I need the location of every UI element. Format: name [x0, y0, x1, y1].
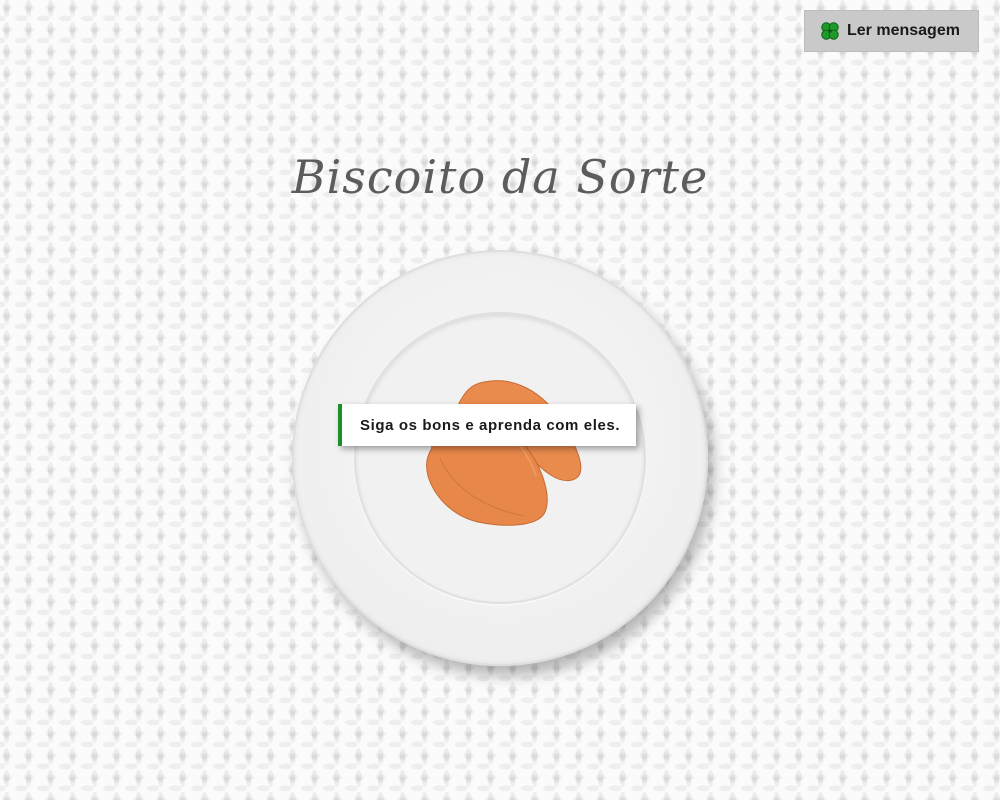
read-message-label: Ler mensagem	[847, 22, 960, 39]
read-message-button[interactable]: Ler mensagem	[804, 10, 979, 52]
fortune-message-text: Siga os bons e aprenda com eles.	[360, 416, 621, 434]
fortune-message: Siga os bons e aprenda com eles.	[338, 404, 637, 446]
four-leaf-clover-icon	[821, 22, 839, 40]
fortune-cookie[interactable]	[412, 376, 588, 528]
page-title: Biscoito da Sorte	[291, 150, 709, 204]
